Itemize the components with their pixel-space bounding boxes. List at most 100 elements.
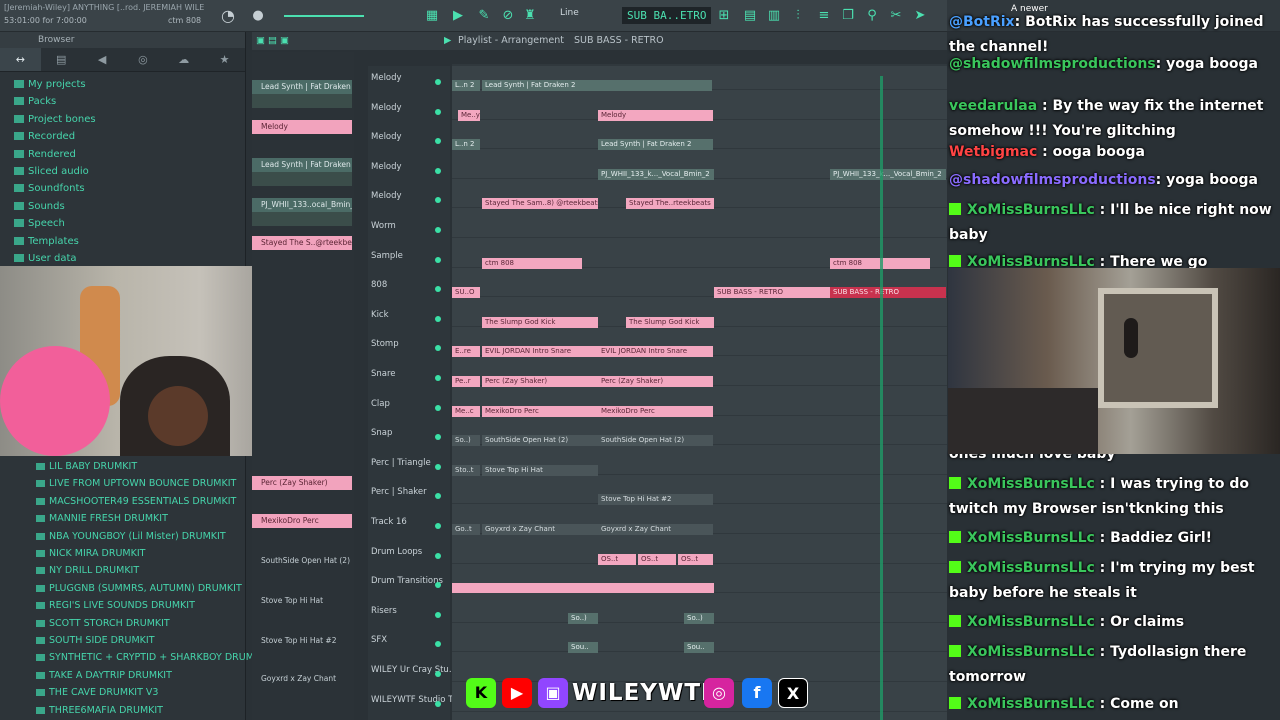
track-header[interactable]: 808 <box>371 267 447 296</box>
fx-icon[interactable]: ⫶ <box>790 8 806 24</box>
track-mute-led[interactable] <box>435 641 441 648</box>
channel-clip[interactable]: Stayed The S..@rteekbeats <box>252 236 352 250</box>
playlist-clip[interactable]: Stove Top Hi Hat <box>482 464 598 476</box>
playlist-clip[interactable]: EVIL JORDAN Intro Snare <box>598 346 713 358</box>
playlist-grid[interactable]: L..n 2 Lead Synth | Fat Draken 2 Me..y Melo… <box>452 66 947 720</box>
track-mute-led[interactable] <box>435 463 441 470</box>
playlist-clip[interactable]: MexikoDro Perc <box>598 405 713 417</box>
track-header[interactable]: Track 16 <box>371 504 447 533</box>
playlist-clip[interactable]: So..) <box>452 435 480 447</box>
channel-rack-icon[interactable]: ▥ <box>766 8 782 24</box>
playlist-clip[interactable]: EVIL JORDAN Intro Snare <box>482 346 598 358</box>
snap-select[interactable]: Line <box>560 8 610 18</box>
playlist-clip[interactable]: ctm 808 <box>482 257 582 269</box>
browser-item[interactable]: Sliced audio <box>0 163 89 180</box>
browser-item-drumkit[interactable]: PLUGGNB (SUMMRS, AUTUMN) DRUMKIT <box>36 580 242 597</box>
track-mute-led[interactable] <box>435 582 441 589</box>
playlist-clip[interactable]: Goyxrd x Zay Chant <box>482 524 598 535</box>
track-header[interactable]: Melody <box>371 60 447 89</box>
channel-clip[interactable]: Goyxrd x Zay Chant <box>252 672 352 686</box>
track-header[interactable]: WILEYWTF Studio T.. <box>371 682 458 711</box>
browser-item-drumkit[interactable]: SCOTT STORCH DRUMKIT <box>36 615 170 632</box>
playlist-clip[interactable]: SUB BASS - RETRO <box>830 287 946 299</box>
playlist-clip[interactable]: Perc (Zay Shaker) <box>482 376 598 387</box>
track-header[interactable]: Perc | Shaker <box>371 474 447 503</box>
cpu-meter-icon[interactable]: ◔ <box>220 8 236 24</box>
playlist-clip[interactable]: SouthSide Open Hat (2) <box>482 435 598 447</box>
playlist-tools-icon[interactable]: ▣ ▤ ▣ <box>256 35 289 46</box>
play-icon[interactable]: ▶ <box>450 8 466 24</box>
track-mute-led[interactable] <box>435 286 441 293</box>
track-mute-led[interactable] <box>435 79 441 85</box>
browser-item[interactable]: Packs <box>0 93 56 110</box>
browser-tab-cloud[interactable]: ☁ <box>163 48 204 71</box>
channel-clip[interactable]: Perc (Zay Shaker) <box>252 476 352 490</box>
track-mute-led[interactable] <box>435 227 441 233</box>
track-header[interactable]: Snap <box>371 415 447 444</box>
browser-item[interactable]: Recorded <box>0 128 75 145</box>
browser-item-drumkit[interactable]: MACSHOOTER49 ESSENTIALS DRUMKIT <box>36 493 236 510</box>
browser-icon[interactable]: ❐ <box>840 8 856 24</box>
track-mute-led[interactable] <box>435 552 441 559</box>
browser-item[interactable]: Project bones <box>0 111 96 128</box>
playlist-clip[interactable]: So..) <box>568 612 598 624</box>
browser-item[interactable]: My projects <box>0 76 86 93</box>
channel-clip[interactable]: SouthSide Open Hat (2) <box>252 554 352 568</box>
track-header[interactable]: Melody <box>371 90 447 119</box>
track-mute-led[interactable] <box>435 493 441 500</box>
playlist-play-icon[interactable]: ▶ <box>444 35 451 46</box>
track-header[interactable]: Sample <box>371 238 447 267</box>
track-mute-led[interactable] <box>435 700 441 707</box>
stamp-icon[interactable]: ♜ <box>522 8 538 24</box>
browser-item-drumkit[interactable]: NICK MIRA DRUMKIT <box>36 545 145 562</box>
playlist-clip[interactable]: The Slump God Kick <box>626 316 714 328</box>
browser-item-drumkit[interactable]: SYNTHETIC + CRYPTID + SHARKBOY DRUMKIT <box>36 649 269 666</box>
playlist-clip[interactable]: Lead Synth | Fat Draken 2 <box>482 80 712 91</box>
browser-item-drumkit[interactable]: MANNIE FRESH DRUMKIT <box>36 510 168 527</box>
playlist-clip[interactable]: SU..O <box>452 287 480 299</box>
playlist-clip[interactable]: Me..c <box>452 405 480 417</box>
track-header[interactable]: Risers <box>371 593 447 622</box>
current-pattern-badge[interactable]: SUB BA..ETRO <box>622 7 712 24</box>
track-header[interactable]: Kick <box>371 297 447 326</box>
channel-clip[interactable]: Stove Top Hi Hat <box>252 594 352 608</box>
channel-clip[interactable]: Lead Synth | Fat Draken 2 <box>252 158 352 172</box>
browser-item-drumkit[interactable]: THREE6MAFIA DRUMKIT <box>36 702 163 719</box>
track-mute-led[interactable] <box>435 523 441 529</box>
track-mute-led[interactable] <box>435 671 441 677</box>
browser-item-drumkit[interactable]: TAKE A DAYTRIP DRUMKIT <box>36 667 172 684</box>
browser-item-drumkit[interactable]: SOUTH SIDE DRUMKIT <box>36 632 155 649</box>
track-mute-led[interactable] <box>435 611 441 618</box>
track-mute-led[interactable] <box>435 315 441 322</box>
browser-item-drumkit[interactable]: NBA YOUNGBOY (Lil Mister) DRUMKIT <box>36 528 226 545</box>
playlist-icon[interactable]: ≡ <box>816 8 832 24</box>
track-mute-led[interactable] <box>435 404 441 411</box>
browser-item-drumkit[interactable]: LIVE FROM UPTOWN BOUNCE DRUMKIT <box>36 475 236 492</box>
arrow-icon[interactable]: ➤ <box>912 8 928 24</box>
playlist-clip[interactable]: Stayed The Sam..8) @rteekbeats <box>482 198 598 210</box>
browser-item-drumkit[interactable]: THE CAVE DRUMKIT V3 <box>36 684 158 701</box>
track-mute-led[interactable] <box>435 345 441 352</box>
playlist-clip[interactable]: OS..t <box>598 553 636 565</box>
track-header[interactable]: Stomp <box>371 326 447 355</box>
mixer-icon[interactable]: ⊞ <box>716 8 732 24</box>
track-header[interactable]: Snare <box>371 356 447 385</box>
channel-clip[interactable]: MexikoDro Perc <box>252 514 352 528</box>
track-header[interactable]: WILEY Ur Cray Stu.. <box>371 652 454 681</box>
track-header[interactable]: SFX <box>371 622 447 651</box>
playlist-clip[interactable]: So..) <box>684 612 714 624</box>
playlist-clip-waveform[interactable] <box>452 583 714 594</box>
pencil-icon[interactable]: ✎ <box>476 8 492 24</box>
pattern-icon[interactable]: ▦ <box>424 8 440 24</box>
browser-item-drumkit[interactable]: NY DRILL DRUMKIT <box>36 562 139 579</box>
piano-roll-icon[interactable]: ▤ <box>742 8 758 24</box>
browser-item-drumkit[interactable]: REGI'S LIVE SOUNDS DRUMKIT <box>36 597 195 614</box>
playlist-clip[interactable]: Lead Synth | Fat Draken 2 <box>598 139 713 151</box>
browser-item[interactable]: Rendered <box>0 146 76 163</box>
playlist-clip[interactable]: L..n 2 <box>452 80 480 91</box>
channel-clip[interactable]: PJ_WHII_133..ocal_Bmin_2 <box>252 198 352 212</box>
playlist-clip[interactable]: Sou.. <box>684 642 714 654</box>
channel-clip[interactable]: Stove Top Hi Hat #2 <box>252 634 352 648</box>
playlist-clip[interactable]: Melody <box>598 109 713 121</box>
track-header[interactable]: Melody <box>371 149 447 178</box>
